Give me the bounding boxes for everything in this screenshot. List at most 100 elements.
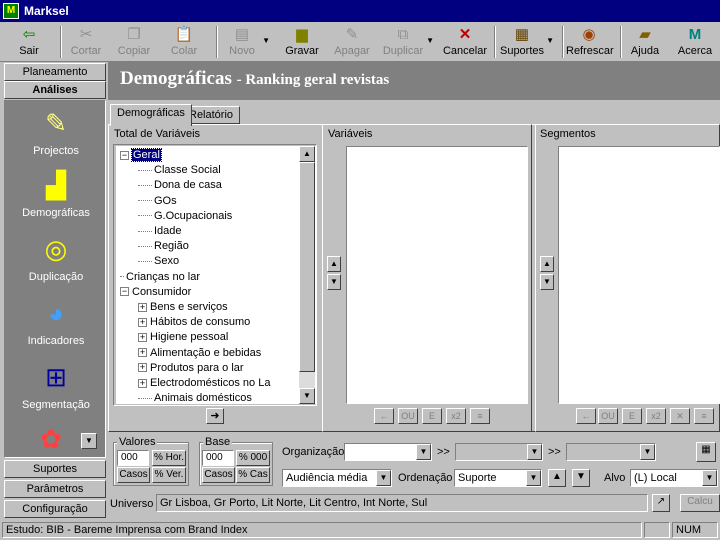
move-up-button[interactable]: ▲ xyxy=(327,256,341,272)
horizontal-pct-button[interactable]: % Hor. xyxy=(152,450,186,466)
scroll-thumb[interactable] xyxy=(299,162,315,372)
tree-node[interactable]: − Geral xyxy=(120,148,162,163)
tree-node[interactable]: + Alimentação e bebidas xyxy=(138,346,261,361)
or-button[interactable]: OU xyxy=(398,408,418,424)
tree-node[interactable]: Animais domésticos xyxy=(138,391,252,404)
paste-button[interactable]: 📋 Colar xyxy=(164,24,204,60)
tab-demographics[interactable]: Demográficas xyxy=(110,104,192,126)
sidebar-item-demographics[interactable]: ▟ Demográficas xyxy=(5,169,107,219)
expand-icon[interactable]: + xyxy=(138,348,147,358)
and-button[interactable]: E xyxy=(422,408,442,424)
chevron-down-icon[interactable]: ▼ xyxy=(376,470,391,486)
tree-node[interactable]: Classe Social xyxy=(138,163,221,178)
expand-icon[interactable]: + xyxy=(138,363,147,373)
expand-icon[interactable]: + xyxy=(138,332,147,342)
move-down-button[interactable]: ▼ xyxy=(540,274,554,290)
marksel-app-icon[interactable]: M xyxy=(3,3,19,19)
base-field[interactable]: 000 xyxy=(202,450,234,466)
tree-node[interactable]: + Electrodomésticos no La xyxy=(138,376,270,391)
expand-icon[interactable]: + xyxy=(138,317,147,327)
refresh-button[interactable]: ◉ Refrescar xyxy=(566,24,614,60)
cases-button[interactable]: Casos xyxy=(117,467,150,483)
tree-node[interactable]: Crianças no lar xyxy=(120,270,200,285)
chevron-down-icon[interactable]: ▼ xyxy=(299,388,315,404)
tree-node[interactable]: + Hábitos de consumo xyxy=(138,315,250,330)
copy-button[interactable]: ❐ Copiar xyxy=(114,24,154,60)
organization-select-2[interactable]: ▼ xyxy=(455,443,543,461)
add-variable-button[interactable]: ➜ xyxy=(206,408,224,424)
base-cases-pct-button[interactable]: % Cas xyxy=(236,467,270,483)
tree-scrollbar[interactable]: ▲ ▼ xyxy=(299,146,315,404)
sidebar-configuration-button[interactable]: Configuração xyxy=(4,500,106,518)
collapse-icon[interactable]: − xyxy=(120,287,129,297)
sidebar-item-segmentation[interactable]: ⊞ Segmentação xyxy=(5,361,107,411)
calculate-button[interactable]: Calcu xyxy=(680,494,720,512)
erase-button[interactable]: ✎ Apagar xyxy=(330,24,374,60)
sidebar-analyses-button[interactable]: Análises xyxy=(4,81,106,99)
new-button[interactable]: ▤ Novo ▼ xyxy=(222,24,270,60)
tree-node[interactable]: Sexo xyxy=(138,254,179,269)
tree-node[interactable]: Região xyxy=(138,239,189,254)
tree-node[interactable]: GOs xyxy=(138,194,177,209)
list-button[interactable]: ≡ xyxy=(694,408,714,424)
tree-node[interactable]: Idade xyxy=(138,224,182,239)
chevron-down-icon[interactable]: ▼ xyxy=(262,36,270,45)
media-button[interactable]: ▦ Suportes ▼ xyxy=(498,24,554,60)
sidebar-item-projects[interactable]: ✎ Projectos xyxy=(5,107,107,157)
move-up-button[interactable]: ▲ xyxy=(540,256,554,272)
duplicate-button[interactable]: ⧉ Duplicar ▼ xyxy=(380,24,434,60)
vertical-pct-button[interactable]: % Ver. xyxy=(152,467,186,483)
tree-node[interactable]: + Bens e serviços xyxy=(138,300,228,315)
values-field[interactable]: 000 xyxy=(117,450,149,466)
variables-tree[interactable]: − Geral Classe Social Dona de casa GOs G.Ocup… xyxy=(116,146,316,404)
chevron-up-icon[interactable]: ▲ xyxy=(299,146,315,162)
chevron-down-icon[interactable]: ▼ xyxy=(527,444,542,460)
base-pct-button[interactable]: % 000 xyxy=(236,450,270,466)
move-down-button[interactable]: ▼ xyxy=(327,274,341,290)
and-button[interactable]: E xyxy=(622,408,642,424)
organization-select-3[interactable]: ▼ xyxy=(566,443,656,461)
tree-node[interactable]: + Higiene pessoal xyxy=(138,330,228,345)
target-select[interactable]: (L) Local ▼ xyxy=(630,469,718,487)
or-button[interactable]: OU xyxy=(598,408,618,424)
chevron-down-icon[interactable]: ▼ xyxy=(640,444,655,460)
chevron-down-icon[interactable]: ▼ xyxy=(426,36,434,45)
collapse-icon[interactable]: − xyxy=(120,150,129,160)
sidebar-parameters-button[interactable]: Parâmetros xyxy=(4,480,106,498)
table-view-button[interactable]: ▦ xyxy=(696,442,716,462)
cut-button[interactable]: ✂ Cortar xyxy=(66,24,106,60)
organization-select[interactable]: ▼ xyxy=(344,443,432,461)
sort-ascending-button[interactable]: ▲ xyxy=(548,469,566,487)
segments-list[interactable] xyxy=(558,146,720,404)
cross-button[interactable]: x2 xyxy=(446,408,466,424)
exit-button[interactable]: ⇦ Sair xyxy=(10,24,48,60)
cancel-button[interactable]: ✕ Cancelar xyxy=(440,24,490,60)
remove-segment-button[interactable]: ← xyxy=(576,408,596,424)
list-button[interactable]: ≡ xyxy=(470,408,490,424)
sidebar-item-more[interactable]: ✿ xyxy=(35,423,65,461)
sidebar-planning-button[interactable]: Planeamento xyxy=(4,63,106,81)
chevron-down-icon[interactable]: ▼ xyxy=(702,470,717,486)
expand-icon[interactable]: + xyxy=(138,378,147,388)
sidebar-item-indicators[interactable]: ◕ Indicadores xyxy=(5,297,107,347)
cross-button[interactable]: x2 xyxy=(646,408,666,424)
sidebar-media-button[interactable]: Suportes xyxy=(4,460,106,478)
sidebar-scroll-down-button[interactable]: ▼ xyxy=(81,433,97,449)
expand-icon[interactable]: + xyxy=(138,302,147,312)
sort-descending-button[interactable]: ▼ xyxy=(572,469,590,487)
remove-variable-button[interactable]: ← xyxy=(374,408,394,424)
delete-segment-button[interactable]: ✕ xyxy=(670,408,690,424)
help-button[interactable]: ▰ Ajuda xyxy=(626,24,664,60)
chevron-down-icon[interactable]: ▼ xyxy=(416,444,431,460)
about-button[interactable]: M Acerca xyxy=(674,24,716,60)
variables-list[interactable] xyxy=(346,146,528,404)
tree-node[interactable]: − Consumidor xyxy=(120,285,191,300)
save-button[interactable]: ▆ Gravar xyxy=(282,24,322,60)
tree-node[interactable]: + Produtos para o lar xyxy=(138,361,244,376)
universe-open-button[interactable]: ↗ xyxy=(652,494,670,512)
sidebar-item-duplication[interactable]: ◎ Duplicação xyxy=(5,233,107,283)
ordering-select[interactable]: Suporte ▼ xyxy=(454,469,542,487)
chevron-down-icon[interactable]: ▼ xyxy=(546,36,554,45)
chevron-down-icon[interactable]: ▼ xyxy=(526,470,541,486)
base-cases-button[interactable]: Casos xyxy=(202,467,235,483)
